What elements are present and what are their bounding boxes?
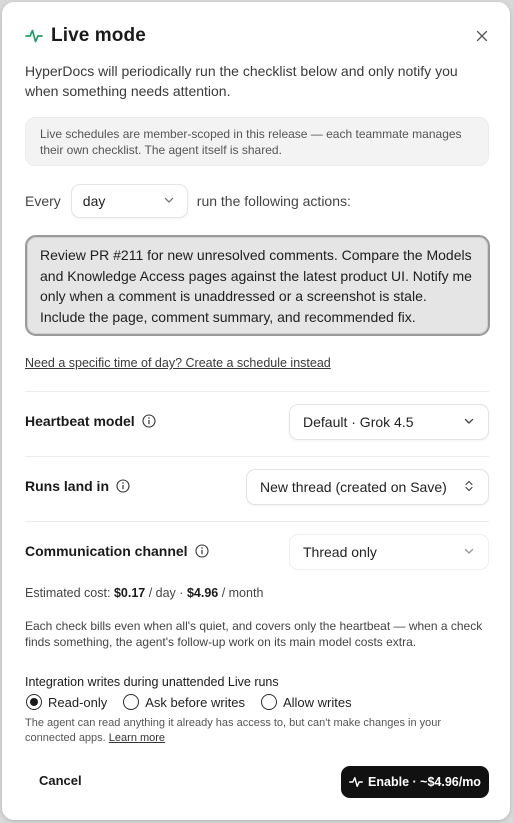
communication-channel-select[interactable]: Thread only	[289, 534, 489, 570]
divider	[25, 521, 489, 522]
chevron-down-icon	[463, 544, 475, 560]
integration-writes-radio-group: Read-only Ask before writes Allow writes	[26, 692, 368, 712]
divider	[25, 456, 489, 457]
checklist-textarea[interactable]: Review PR #211 for new unresolved commen…	[25, 235, 490, 336]
radio-allow-writes[interactable]: Allow writes	[260, 694, 352, 710]
cancel-button[interactable]: Cancel	[39, 773, 82, 788]
frequency-row: Every day run the following actions:	[25, 184, 351, 218]
info-icon[interactable]	[195, 544, 209, 558]
create-schedule-link[interactable]: Need a specific time of day? Create a sc…	[25, 356, 331, 370]
heartbeat-model-value: Default · Grok 4.5	[303, 414, 414, 430]
cost-day-unit: / day ·	[148, 586, 184, 600]
activity-pulse-icon	[349, 775, 363, 789]
activity-pulse-icon	[25, 27, 43, 45]
chevron-up-down-icon	[463, 479, 475, 496]
runs-land-label: Runs land in	[25, 478, 130, 494]
frequency-value: day	[82, 193, 106, 209]
intro-text: HyperDocs will periodically run the chec…	[25, 63, 458, 99]
heartbeat-model-text: Heartbeat model	[25, 413, 135, 429]
divider	[25, 391, 489, 392]
writes-note-text: The agent can read anything it already h…	[25, 717, 442, 744]
learn-more-link[interactable]: Learn more	[109, 732, 165, 744]
radio-label: Ask before writes	[145, 694, 245, 710]
radio-unselected-icon	[123, 694, 140, 710]
radio-unselected-icon	[260, 694, 277, 710]
cost-per-day: $0.17	[113, 586, 146, 600]
dialog-title: Live mode	[51, 25, 146, 46]
close-icon[interactable]	[472, 26, 492, 46]
radio-selected-icon	[26, 694, 42, 710]
cost-per-month: $4.96	[186, 586, 219, 600]
info-icon[interactable]	[142, 414, 156, 428]
enable-label: Enable · ~$4.96/mo	[368, 775, 481, 789]
estimated-cost: Estimated cost: $0.17 / day · $4.96 / mo…	[25, 586, 263, 600]
radio-label: Read-only	[48, 694, 108, 710]
frequency-select[interactable]: day	[70, 184, 188, 218]
communication-channel-value: Thread only	[303, 544, 377, 560]
chevron-down-icon	[463, 414, 475, 430]
radio-read-only[interactable]: Read-only	[26, 694, 107, 710]
communication-channel-text: Communication channel	[25, 543, 188, 559]
radio-ask-before-writes[interactable]: Ask before writes	[123, 694, 245, 710]
billing-note: Each check bills even when all's quiet, …	[25, 619, 483, 649]
integration-writes-note: The agent can read anything it already h…	[25, 716, 487, 746]
communication-channel-label: Communication channel	[25, 543, 209, 559]
enable-button[interactable]: Enable · ~$4.96/mo	[341, 766, 489, 798]
integration-writes-title: Integration writes during unattended Liv…	[25, 675, 279, 689]
dialog-header: Live mode	[25, 24, 492, 48]
chevron-down-icon	[163, 193, 175, 209]
runs-land-value: New thread (created on Save)	[260, 479, 447, 495]
every-label: Every	[25, 193, 61, 209]
cost-month-unit: / month	[221, 586, 264, 600]
member-scope-notice: Live schedules are member-scoped in this…	[25, 117, 489, 166]
info-icon[interactable]	[116, 479, 130, 493]
heartbeat-model-select[interactable]: Default · Grok 4.5	[289, 404, 489, 440]
runs-land-text: Runs land in	[25, 478, 109, 494]
live-mode-dialog: Live mode HyperDocs will periodically ru…	[2, 2, 510, 820]
every-suffix: run the following actions:	[196, 193, 351, 209]
cost-prefix: Estimated cost:	[25, 586, 111, 600]
runs-land-select[interactable]: New thread (created on Save)	[246, 469, 489, 505]
heartbeat-model-label: Heartbeat model	[25, 413, 156, 429]
radio-label: Allow writes	[282, 694, 352, 710]
